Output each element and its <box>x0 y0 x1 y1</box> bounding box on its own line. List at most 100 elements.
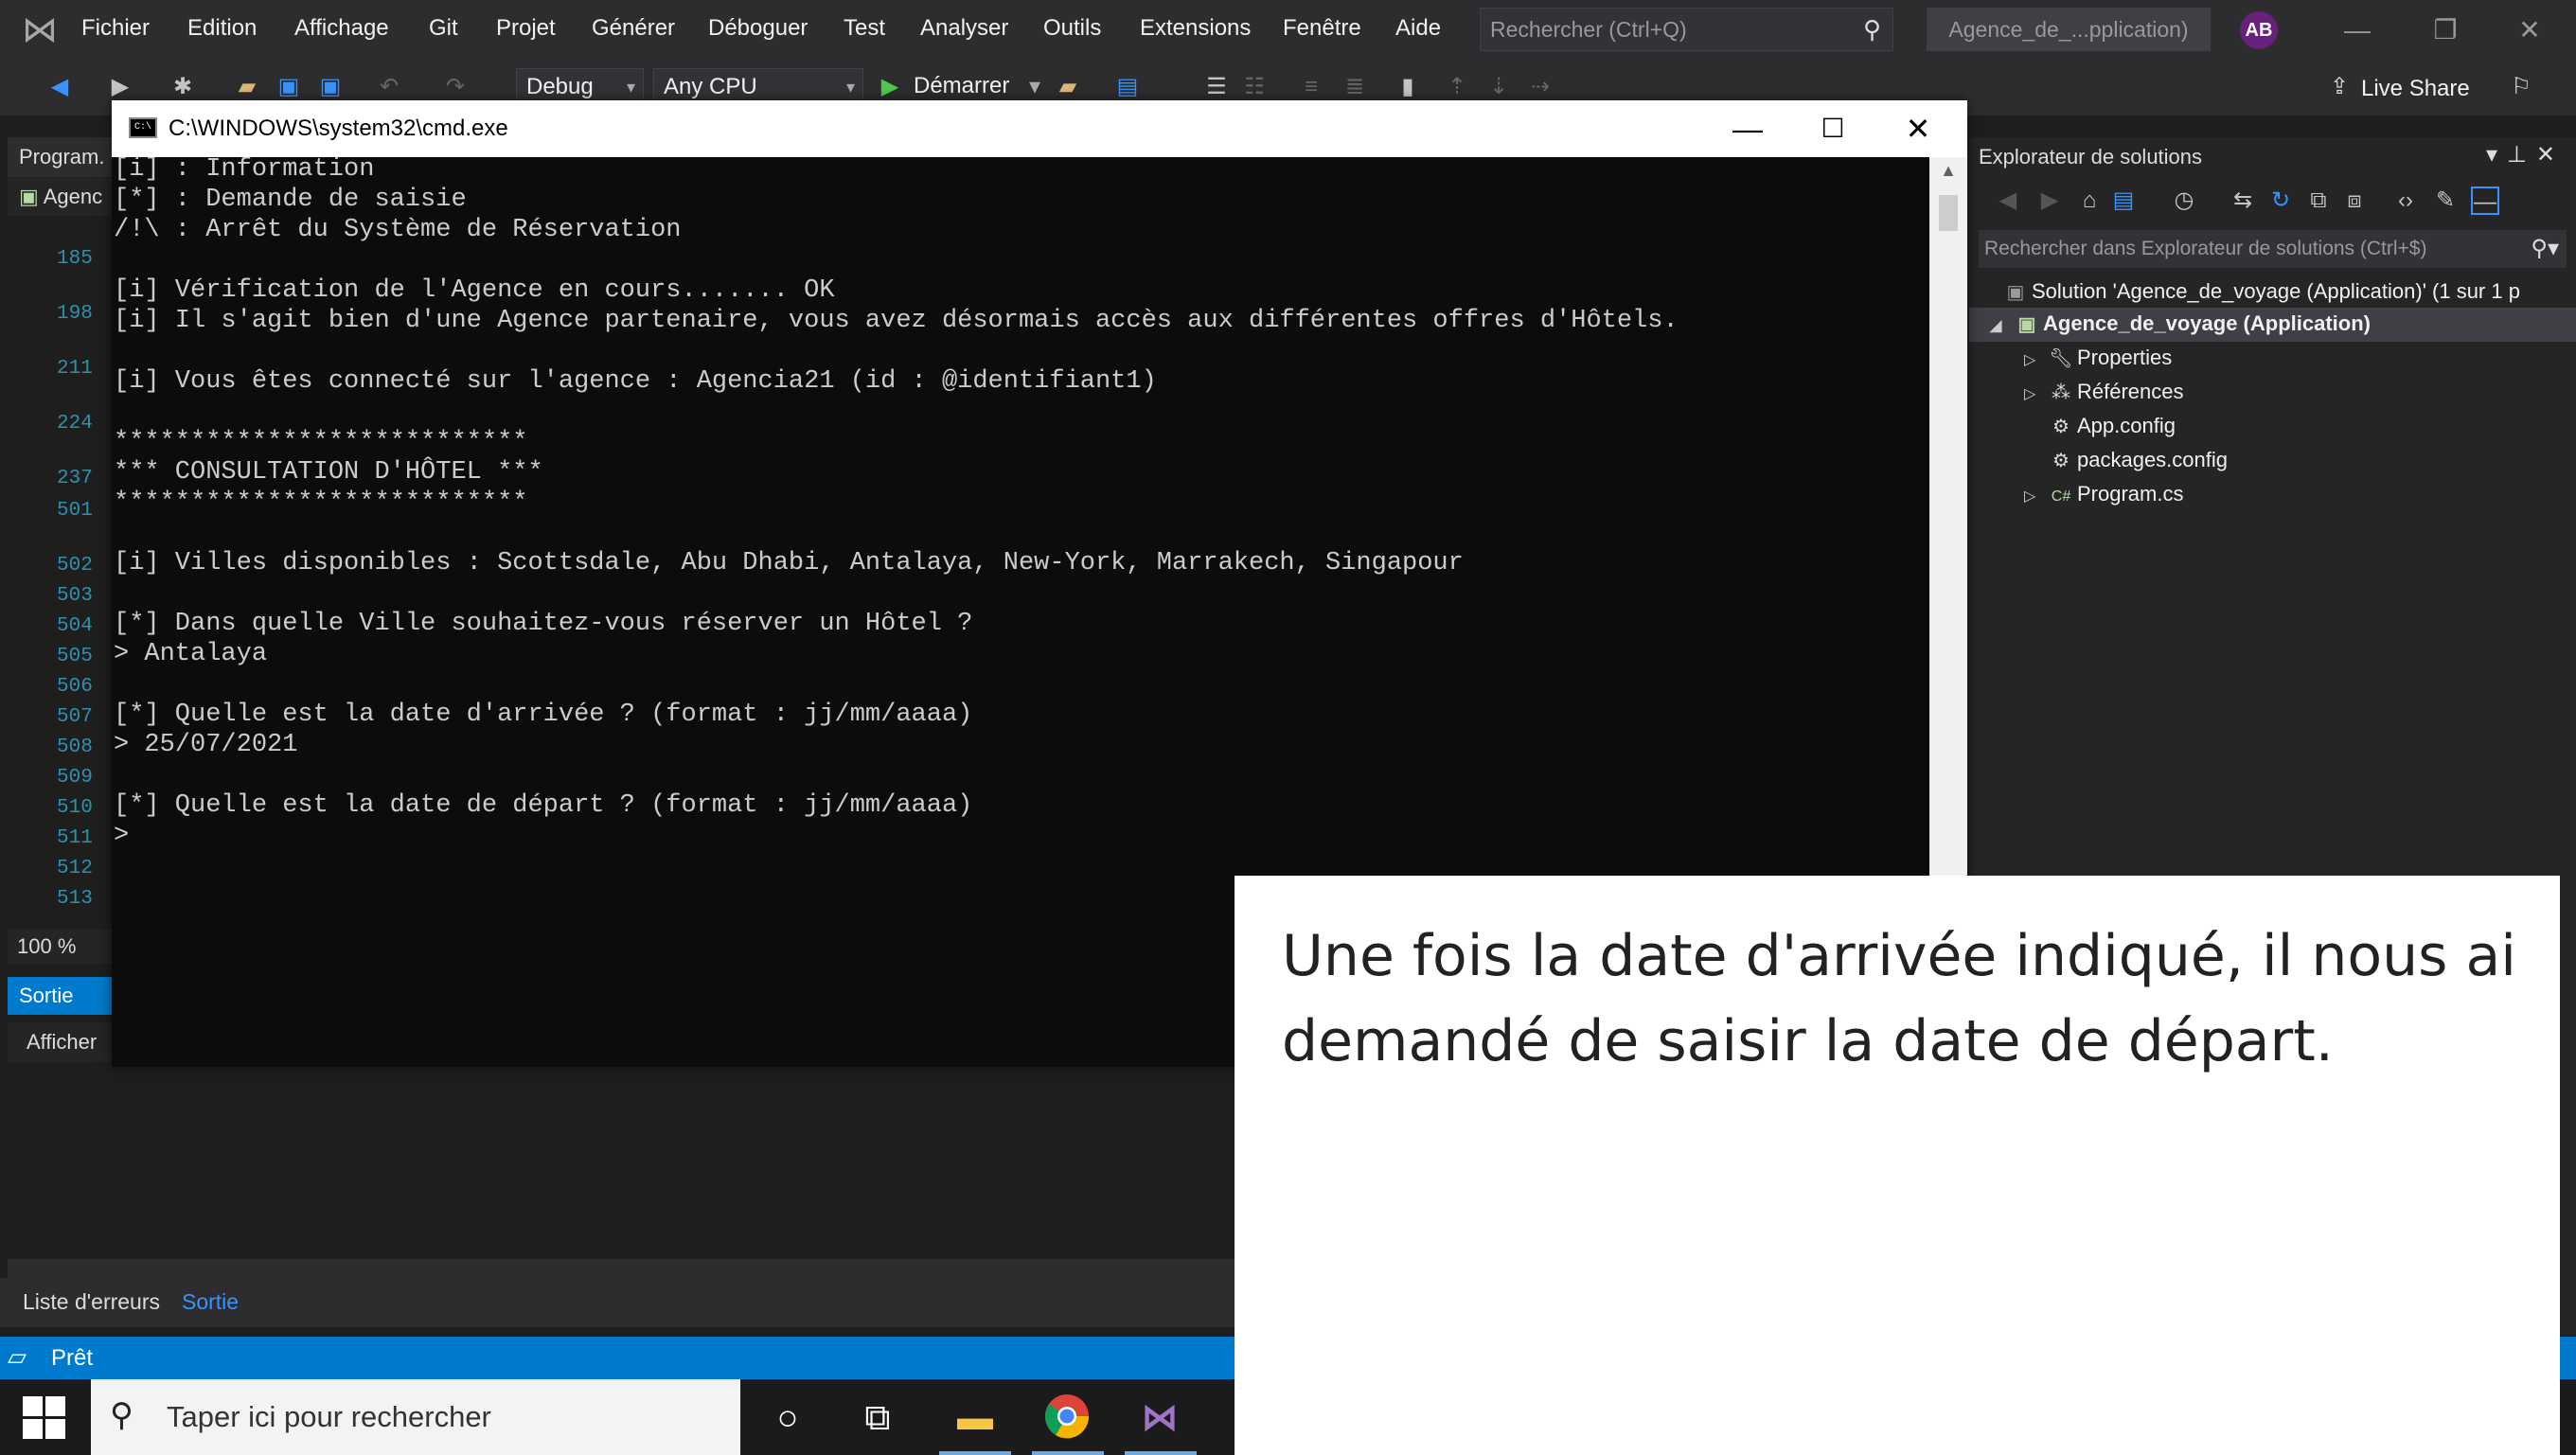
format-icon[interactable]: ☷ <box>1240 72 1269 102</box>
menu-edition[interactable]: Edition <box>187 15 257 42</box>
bookmark-icon[interactable]: ▮ <box>1394 72 1422 102</box>
menu-projet[interactable]: Projet <box>496 15 556 42</box>
expanded-arrow-icon[interactable]: ◢ <box>1990 316 2011 335</box>
close-icon[interactable]: ✕ <box>2506 9 2553 51</box>
tree-project[interactable]: ◢ ▣ Agence_de_voyage (Application) <box>1990 311 2371 336</box>
search-icon: ⚲ <box>110 1397 133 1433</box>
undo-icon[interactable]: ↶ <box>375 72 403 102</box>
horizontal-scrollbar[interactable] <box>8 1259 1238 1278</box>
maximize-icon[interactable]: ☐ <box>1804 108 1861 150</box>
editor-nav-dropdown[interactable]: ▣ Agenc <box>8 178 114 216</box>
tree-solution[interactable]: ▣ Solution 'Agence_de_voyage (Application… <box>1999 279 2520 304</box>
tree-item-app-config[interactable]: ⚙ App.config <box>2045 414 2176 438</box>
indent-icon[interactable]: ☰ <box>1202 72 1231 102</box>
collapsed-arrow-icon[interactable]: ▷ <box>2024 384 2045 403</box>
wrench-icon[interactable]: ✎ <box>2431 186 2460 215</box>
uncomment-icon[interactable]: ≣ <box>1341 72 1369 102</box>
menu-affichage[interactable]: Affichage <box>294 15 389 42</box>
tab-error-list[interactable]: Liste d'erreurs <box>23 1289 160 1315</box>
tree-item-program-cs[interactable]: ▷ C# Program.cs <box>2024 482 2183 506</box>
line-number: 508 <box>57 736 93 758</box>
tree-item-packages-config[interactable]: ⚙ packages.config <box>2045 448 2228 472</box>
redo-icon[interactable]: ↷ <box>441 72 470 102</box>
console-line: [*] Dans quelle Ville souhaitez-vous rés… <box>114 610 973 638</box>
menu-fichier[interactable]: Fichier <box>81 15 150 42</box>
restore-icon[interactable]: ❐ <box>2422 9 2469 51</box>
show-all-files-icon[interactable]: ⧈ <box>2340 186 2369 215</box>
caption-text: Une fois la date d'arrivée indiqué, il n… <box>1282 923 2516 1074</box>
play-icon[interactable]: ▶ <box>876 72 904 102</box>
console-prompt[interactable]: > <box>114 822 129 850</box>
editor-tab-program[interactable]: Program. <box>8 137 114 177</box>
console-line: [*] Quelle est la date d'arrivée ? (form… <box>114 701 973 729</box>
menu-deboguer[interactable]: Déboguer <box>708 15 808 42</box>
zoom-level[interactable]: 100 % <box>8 930 114 964</box>
visual-studio-icon[interactable]: ⋈ <box>1134 1393 1185 1444</box>
project-name-badge[interactable]: Agence_de_...pplication) <box>1927 8 2211 51</box>
feedback-icon[interactable]: ⚐ <box>2507 72 2535 102</box>
panel-controls-icon[interactable]: ▾⊥✕ <box>2486 141 2565 169</box>
cmd-title-bar[interactable]: C:\ C:\WINDOWS\system32\cmd.exe — ☐ ✕ <box>112 100 1967 157</box>
refresh-icon[interactable]: ↻ <box>2266 186 2295 215</box>
console-line: *************************** <box>114 488 528 517</box>
switch-views-icon[interactable]: ▤ <box>2109 186 2138 215</box>
browser-icon[interactable]: ▤ <box>1113 72 1142 102</box>
menu-extensions[interactable]: Extensions <box>1140 15 1251 42</box>
collapsed-arrow-icon[interactable]: ▷ <box>2024 350 2045 369</box>
tree-item-properties[interactable]: ▷ 🔧︎ Properties <box>2024 346 2172 370</box>
taskbar-search-box[interactable]: ⚲ Taper ici pour rechercher <box>91 1379 740 1455</box>
live-share-icon[interactable]: ⇪ <box>2325 72 2354 102</box>
prev-bookmark-icon[interactable]: ⇡ <box>1443 72 1471 102</box>
menu-outils[interactable]: Outils <box>1043 15 1101 42</box>
close-icon[interactable]: ✕ <box>1890 108 1946 150</box>
menu-analyser[interactable]: Analyser <box>920 15 1008 42</box>
menu-test[interactable]: Test <box>844 15 885 42</box>
line-number: 224 <box>57 413 93 435</box>
home-icon[interactable]: ⌂ <box>2075 186 2104 215</box>
next-bookmark-icon[interactable]: ⇣ <box>1484 72 1513 102</box>
chevron-down-icon[interactable]: ▾ <box>1021 72 1049 102</box>
menu-aide[interactable]: Aide <box>1395 15 1441 42</box>
sync-icon[interactable]: ⇆ <box>2229 186 2257 215</box>
task-view-icon[interactable]: ⧉ <box>852 1393 903 1444</box>
folder-icon[interactable]: ▰ <box>1054 72 1082 102</box>
clear-bookmark-icon[interactable]: ⇢ <box>1526 72 1554 102</box>
pending-changes-icon[interactable]: ◷ <box>2170 186 2198 215</box>
cortana-icon[interactable]: ○ <box>762 1393 813 1444</box>
collapse-all-icon[interactable]: ⧉ <box>2304 186 2333 215</box>
windows-start-icon[interactable] <box>21 1394 66 1440</box>
back-icon[interactable]: ◀ <box>1994 186 2022 215</box>
output-show-label: Afficher <box>8 1022 114 1062</box>
tab-output[interactable]: Sortie <box>182 1289 239 1315</box>
vs-search-box[interactable]: Rechercher (Ctrl+Q) ⚲ <box>1480 8 1893 51</box>
live-share-button[interactable]: Live Share <box>2361 76 2470 102</box>
output-panel-title[interactable]: Sortie <box>8 977 114 1015</box>
comment-icon[interactable]: ≡ <box>1297 72 1325 102</box>
scroll-up-icon[interactable]: ▲ <box>1929 161 1967 181</box>
visual-studio-logo-icon[interactable]: ⋈ <box>17 9 62 51</box>
code-icon[interactable]: ‹› <box>2391 186 2420 215</box>
console-line: [*] Quelle est la date de départ ? (form… <box>114 791 973 820</box>
minimize-icon[interactable]: — <box>2334 9 2381 51</box>
open-folder-icon[interactable]: ▰ <box>233 72 261 102</box>
start-button[interactable]: Démarrer <box>914 73 1009 99</box>
save-all-icon[interactable]: ▣ <box>316 72 345 102</box>
solution-explorer-search[interactable]: Rechercher dans Explorateur de solutions… <box>1979 230 2567 268</box>
new-project-icon[interactable]: ✱ <box>169 72 197 102</box>
preview-icon[interactable]: — <box>2471 186 2499 215</box>
file-explorer-icon[interactable]: ▬ <box>950 1393 1001 1444</box>
menu-generer[interactable]: Générer <box>592 15 675 42</box>
minimize-icon[interactable]: — <box>1719 108 1776 150</box>
save-icon[interactable]: ▣ <box>275 72 303 102</box>
menu-fenetre[interactable]: Fenêtre <box>1283 15 1361 42</box>
collapsed-arrow-icon[interactable]: ▷ <box>2024 487 2045 506</box>
forward-icon[interactable]: ▶ <box>2035 186 2064 215</box>
chrome-icon[interactable] <box>1041 1393 1093 1444</box>
forward-icon[interactable]: ▶ <box>106 72 134 102</box>
avatar[interactable]: AB <box>2240 11 2278 49</box>
menu-git[interactable]: Git <box>429 15 458 42</box>
back-icon[interactable]: ◀ <box>45 72 74 102</box>
scrollbar-thumb[interactable] <box>1939 195 1958 231</box>
active-app-indicator <box>939 1451 1011 1455</box>
tree-item-references[interactable]: ▷ ⁂ Références <box>2024 380 2184 404</box>
